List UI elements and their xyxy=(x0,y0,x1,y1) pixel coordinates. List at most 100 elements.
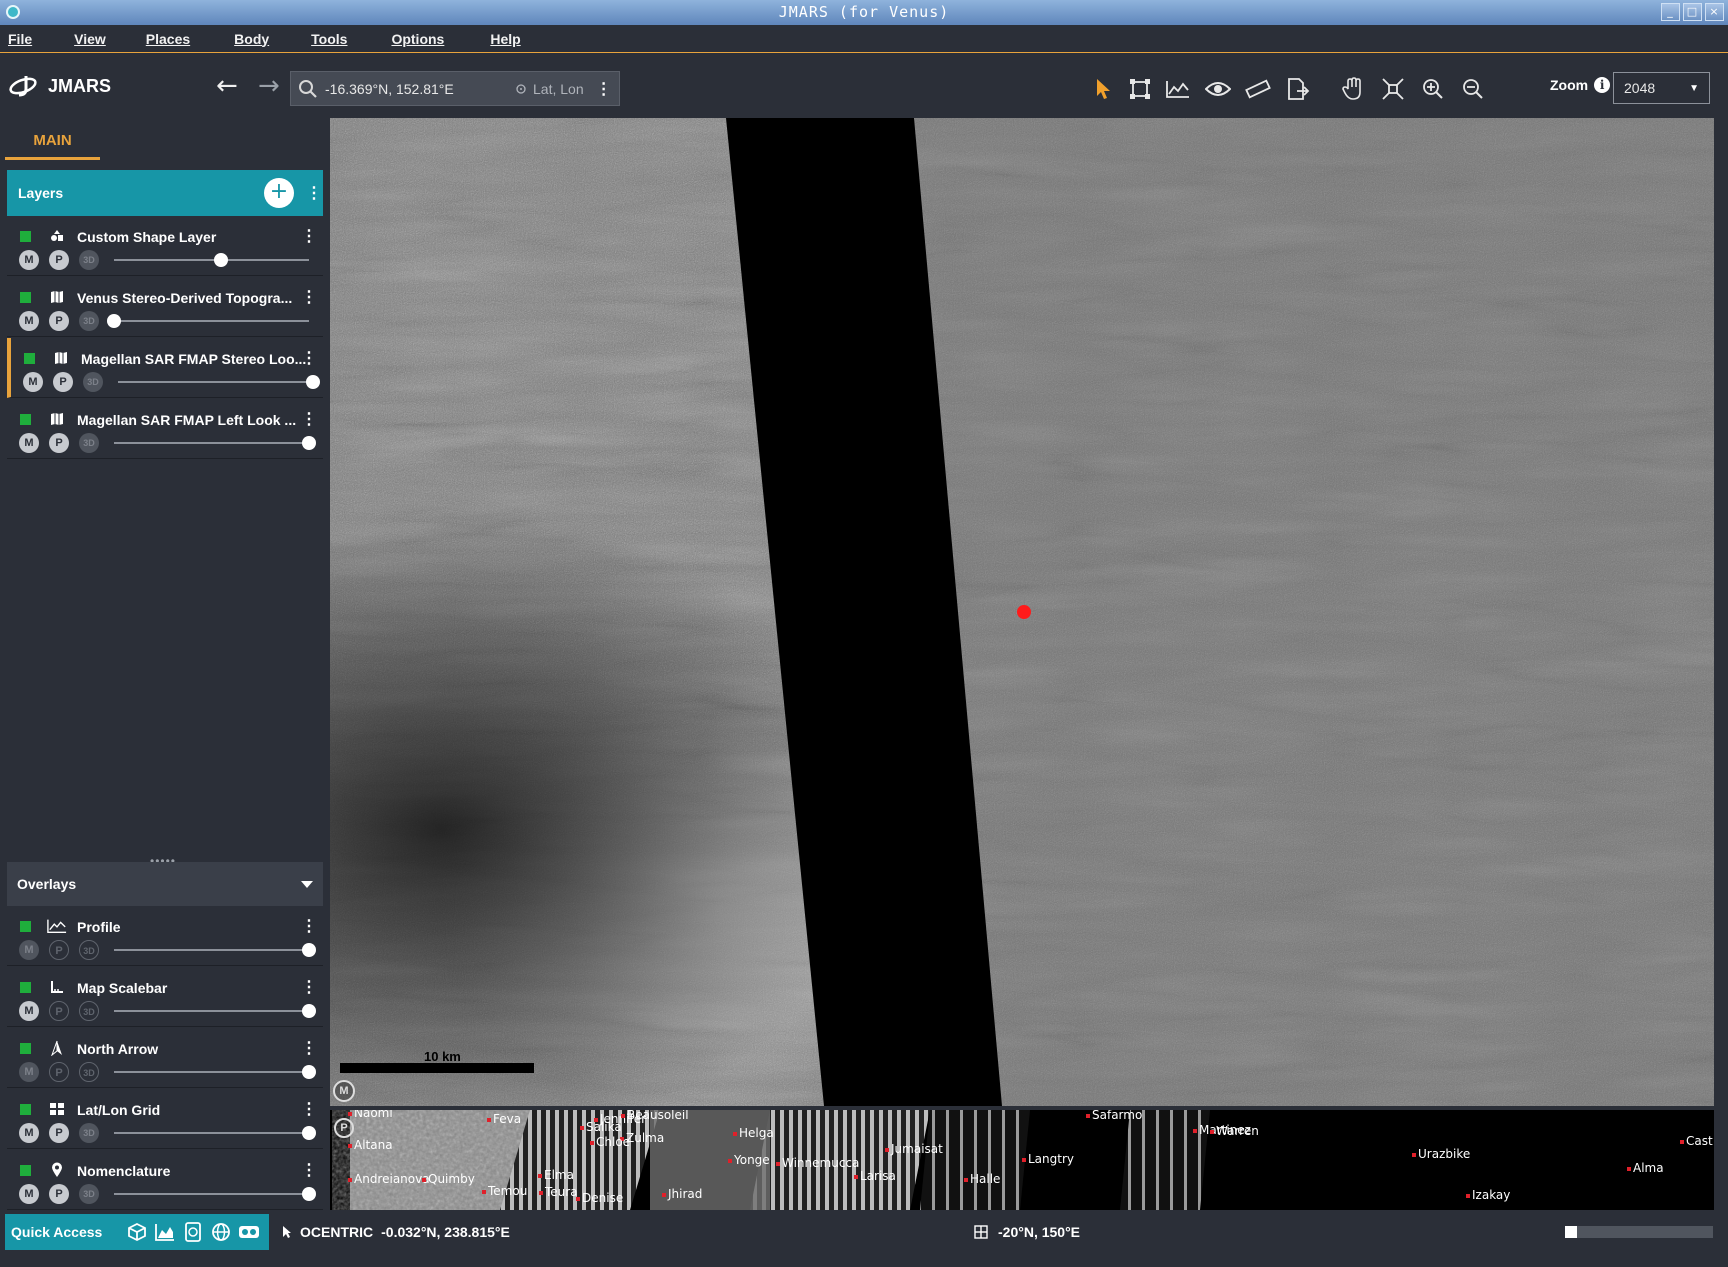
zoom-in-icon[interactable] xyxy=(1418,74,1448,104)
opacity-slider[interactable] xyxy=(114,1193,309,1195)
chart-icon[interactable] xyxy=(153,1222,177,1242)
opacity-slider[interactable] xyxy=(114,259,309,261)
3d-view-toggle[interactable]: 3D xyxy=(79,311,99,331)
place-label[interactable]: Temou xyxy=(482,1184,527,1198)
3d-view-toggle[interactable]: 3D xyxy=(79,250,99,270)
main-view-toggle[interactable]: M xyxy=(19,1062,39,1082)
panner-view-toggle[interactable]: P xyxy=(49,250,69,270)
place-label[interactable]: Izakay xyxy=(1466,1188,1510,1202)
layer-menu-icon[interactable]: ⋮ xyxy=(301,916,317,936)
zoom-select[interactable]: 2048 ▼ xyxy=(1613,72,1710,104)
opacity-slider[interactable] xyxy=(114,442,309,444)
select-icon[interactable] xyxy=(1125,74,1155,104)
overlay-row[interactable]: Profile ⋮ M P 3D xyxy=(7,906,323,966)
opacity-slider-thumb[interactable] xyxy=(302,436,316,450)
place-label[interactable]: Helga xyxy=(733,1126,774,1140)
place-label[interactable]: Andreianova xyxy=(348,1172,430,1186)
visibility-checkbox[interactable] xyxy=(20,1043,31,1054)
tab-main[interactable]: MAIN xyxy=(5,128,100,160)
3d-cube-icon[interactable] xyxy=(125,1222,149,1242)
opacity-slider-thumb[interactable] xyxy=(214,253,229,267)
place-label[interactable]: Jhirad xyxy=(662,1187,702,1201)
info-icon[interactable]: i xyxy=(1594,77,1611,93)
overlay-row[interactable]: Lat/Lon Grid ⋮ M P 3D xyxy=(7,1089,323,1149)
opacity-slider[interactable] xyxy=(114,320,309,322)
visibility-checkbox[interactable] xyxy=(20,921,31,932)
ruler-icon[interactable] xyxy=(1243,74,1273,104)
panner-view-toggle[interactable]: P xyxy=(49,1184,69,1204)
main-view-toggle[interactable]: M xyxy=(19,1001,39,1021)
layer-menu-icon[interactable]: ⋮ xyxy=(301,226,317,246)
layer-menu-icon[interactable]: ⋮ xyxy=(301,1099,317,1119)
layer-menu-icon[interactable]: ⋮ xyxy=(301,287,317,307)
menu-view[interactable]: View xyxy=(74,31,106,47)
layer-menu-icon[interactable]: ⋮ xyxy=(301,1038,317,1058)
visibility-checkbox[interactable] xyxy=(20,982,31,993)
menu-options[interactable]: Options xyxy=(391,31,444,47)
visibility-checkbox[interactable] xyxy=(20,292,31,303)
menu-help[interactable]: Help xyxy=(490,31,520,47)
place-label[interactable]: Yonge xyxy=(728,1153,770,1167)
main-view-toggle[interactable]: M xyxy=(23,372,43,392)
vr-headset-icon[interactable] xyxy=(237,1222,261,1242)
visibility-checkbox[interactable] xyxy=(24,353,35,364)
visibility-checkbox[interactable] xyxy=(20,231,31,242)
layer-row[interactable]: Venus Stereo-Derived Topogra... ⋮ M P 3D xyxy=(7,277,323,337)
opacity-slider[interactable] xyxy=(118,381,313,383)
place-label[interactable]: Safarmo xyxy=(1086,1110,1142,1122)
panner-view[interactable]: P Naomi Feva Jennifer Beausoleil Salika … xyxy=(330,1110,1714,1210)
opacity-slider[interactable] xyxy=(114,1132,309,1134)
overlays-header[interactable]: Overlays xyxy=(7,862,323,906)
fit-icon[interactable] xyxy=(1378,74,1408,104)
eye-icon[interactable] xyxy=(1203,74,1233,104)
opacity-slider-thumb[interactable] xyxy=(306,375,320,389)
opacity-slider-thumb[interactable] xyxy=(302,943,316,957)
place-label[interactable]: Langtry xyxy=(1022,1152,1074,1166)
place-label[interactable]: Halle xyxy=(964,1172,1000,1186)
place-label[interactable]: Winnemucca xyxy=(776,1156,859,1170)
layer-menu-icon[interactable]: ⋮ xyxy=(301,348,317,368)
menu-places[interactable]: Places xyxy=(146,31,190,47)
layer-menu-icon[interactable]: ⋮ xyxy=(301,1160,317,1180)
opacity-slider-thumb[interactable] xyxy=(302,1187,316,1201)
zoom-out-icon[interactable] xyxy=(1458,74,1488,104)
visibility-checkbox[interactable] xyxy=(20,1104,31,1115)
layer-menu-icon[interactable]: ⋮ xyxy=(301,977,317,997)
opacity-slider-thumb[interactable] xyxy=(302,1065,316,1079)
layer-menu-icon[interactable]: ⋮ xyxy=(301,409,317,429)
3d-view-toggle[interactable]: 3D xyxy=(79,1123,99,1143)
place-label[interactable]: Teura xyxy=(539,1185,578,1199)
menu-body[interactable]: Body xyxy=(234,31,269,47)
menu-tools[interactable]: Tools xyxy=(311,31,347,47)
coord-mode-toggle[interactable]: Lat, Lon xyxy=(515,81,584,97)
panner-view-toggle[interactable]: P xyxy=(53,372,73,392)
maximize-button[interactable]: □ xyxy=(1683,3,1702,21)
pointer-icon[interactable] xyxy=(1088,74,1118,104)
3d-view-toggle[interactable]: 3D xyxy=(83,372,103,392)
visibility-checkbox[interactable] xyxy=(20,1165,31,1176)
opacity-slider-thumb[interactable] xyxy=(302,1004,316,1018)
main-view-toggle[interactable]: M xyxy=(19,1184,39,1204)
3d-view-toggle[interactable]: 3D xyxy=(79,433,99,453)
panner-view-toggle[interactable]: P xyxy=(49,1001,69,1021)
place-label[interactable]: Elma xyxy=(538,1168,574,1182)
panner-view-toggle[interactable]: P xyxy=(49,433,69,453)
place-label[interactable]: Alma xyxy=(1627,1161,1664,1175)
layers-menu-icon[interactable]: ⋮ xyxy=(305,183,323,203)
document-globe-icon[interactable] xyxy=(181,1222,205,1242)
opacity-slider-thumb[interactable] xyxy=(107,314,121,328)
profile-icon[interactable] xyxy=(1163,74,1193,104)
panner-view-toggle[interactable]: P xyxy=(49,940,69,960)
panner-view-toggle[interactable]: P xyxy=(49,311,69,331)
place-label[interactable]: Cast xyxy=(1680,1134,1713,1148)
overlay-row[interactable]: Map Scalebar ⋮ M P 3D xyxy=(7,967,323,1027)
place-label[interactable]: Chloe xyxy=(590,1135,630,1149)
panner-badge[interactable]: P xyxy=(334,1118,354,1138)
add-layer-button[interactable]: + xyxy=(264,178,294,208)
place-label[interactable]: Jumaisat xyxy=(885,1142,943,1156)
place-label[interactable]: Denise xyxy=(576,1191,623,1205)
3d-view-toggle[interactable]: 3D xyxy=(79,1184,99,1204)
main-view-toggle[interactable]: M xyxy=(19,433,39,453)
visibility-checkbox[interactable] xyxy=(20,414,31,425)
main-view-toggle[interactable]: M xyxy=(19,311,39,331)
